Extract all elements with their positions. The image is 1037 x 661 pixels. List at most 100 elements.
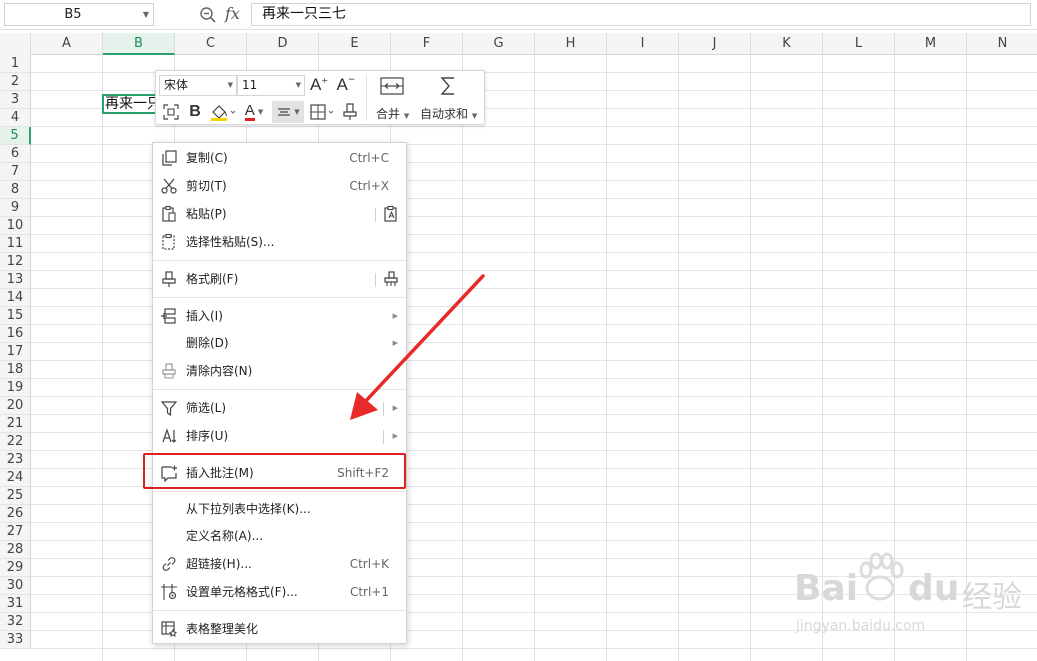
row-header-30[interactable]: 30 [0,577,31,595]
fill-color-icon[interactable] [209,102,237,122]
row-header-23[interactable]: 23 [0,451,31,469]
row-header-2[interactable]: 2 [0,73,31,91]
borders-icon[interactable] [309,103,337,121]
format-painter-double-icon[interactable] [382,270,400,288]
font-name-select[interactable]: 宋体 ▼ [159,75,237,96]
context-menu: 复制(C) Ctrl+C 剪切(T) Ctrl+X 粘贴(P) 选择性粘贴(S)… [152,142,407,644]
column-header-k[interactable]: K [751,33,823,55]
row-header-9[interactable]: 9 [0,199,31,217]
menu-shortcut: Ctrl+1 [349,585,389,599]
menu-item-insert[interactable]: 插入(I) ▶ [153,303,406,330]
name-box[interactable]: B5 ▼ [4,3,154,26]
menu-shortcut: Ctrl+X [349,179,389,193]
column-header-g[interactable]: G [463,33,535,55]
menu-item-pick-from-list[interactable]: 从下拉列表中选择(K)... [153,496,406,523]
font-size-value: 11 [242,78,258,92]
row-header-18[interactable]: 18 [0,361,31,379]
row-header-33[interactable]: 33 [0,631,31,649]
column-header-m[interactable]: M [895,33,967,55]
row-header-16[interactable]: 16 [0,325,31,343]
column-header-e[interactable]: E [319,33,391,55]
row-header-20[interactable]: 20 [0,397,31,415]
row-header-31[interactable]: 31 [0,595,31,613]
format-painter-icon[interactable] [342,102,358,122]
link-icon [162,557,176,571]
column-header-c[interactable]: C [175,33,247,55]
menu-separator [153,297,406,298]
row-header-27[interactable]: 27 [0,523,31,541]
fx-icon[interactable]: fx [225,3,240,25]
menu-label: 清除内容(N) [186,364,253,378]
menu-item-clear-contents[interactable]: 清除内容(N) [153,358,406,385]
row-header-22[interactable]: 22 [0,433,31,451]
font-color-button[interactable]: A ▼ [240,101,268,123]
row-header-28[interactable]: 28 [0,541,31,559]
row-header-15[interactable]: 15 [0,307,31,325]
row-header-7[interactable]: 7 [0,163,31,181]
merge-label: 合并 [376,107,401,121]
formula-input[interactable]: 再来一只三七 [251,3,1031,26]
row-header-5[interactable]: 5 [0,127,31,145]
row-header-14[interactable]: 14 [0,289,31,307]
menu-item-define-name[interactable]: 定义名称(A)... [153,523,406,550]
row-header-11[interactable]: 11 [0,235,31,253]
menu-item-filter[interactable]: 筛选(L) ▶ [153,395,406,422]
highlight-box [143,453,406,489]
align-button[interactable]: ▼ [272,101,304,123]
cell-style-icon[interactable] [162,103,180,121]
column-header-h[interactable]: H [535,33,607,55]
row-header-10[interactable]: 10 [0,217,31,235]
column-header-f[interactable]: F [391,33,463,55]
column-header-a[interactable]: A [31,33,103,55]
menu-item-copy[interactable]: 复制(C) Ctrl+C [153,145,406,172]
row-header-25[interactable]: 25 [0,487,31,505]
autosum-label: 自动求和 [420,107,469,121]
column-header-n[interactable]: N [967,33,1037,55]
menu-item-hyperlink[interactable]: 超链接(H)... Ctrl+K [153,551,406,578]
column-header-d[interactable]: D [247,33,319,55]
menu-item-paste-special[interactable]: 选择性粘贴(S)... [153,229,406,256]
row-header-12[interactable]: 12 [0,253,31,271]
row-header-8[interactable]: 8 [0,181,31,199]
sort-icon [162,428,177,443]
menu-item-format-cells[interactable]: 设置单元格格式(F)... Ctrl+1 [153,579,406,606]
menu-item-paste[interactable]: 粘贴(P) [153,201,406,228]
autosum-button[interactable]: 自动求和 ▼ [420,105,477,122]
chevron-down-icon[interactable]: ▼ [143,4,149,25]
row-header-3[interactable]: 3 [0,91,31,109]
menu-label: 排序(U) [186,429,229,443]
row-header-4[interactable]: 4 [0,109,31,127]
zoom-out-icon[interactable] [199,6,217,24]
row-header-29[interactable]: 29 [0,559,31,577]
menu-item-format-painter[interactable]: 格式刷(F) [153,266,406,293]
column-header-i[interactable]: I [607,33,679,55]
row-header-6[interactable]: 6 [0,145,31,163]
paste-icon [162,205,176,222]
increase-font-button[interactable]: A + [308,74,330,96]
select-all-corner[interactable] [0,33,31,55]
column-header-b[interactable]: B [103,33,175,55]
menu-label: 定义名称(A)... [186,529,264,543]
row-header-13[interactable]: 13 [0,271,31,289]
row-header-24[interactable]: 24 [0,469,31,487]
menu-item-sort[interactable]: 排序(U) ▶ [153,423,406,450]
menu-item-delete[interactable]: 删除(D) ▶ [153,330,406,357]
decrease-font-button[interactable]: A − [335,74,357,96]
row-header-1[interactable]: 1 [0,55,31,73]
bold-button[interactable]: B [186,101,204,123]
menu-item-cut[interactable]: 剪切(T) Ctrl+X [153,173,406,200]
divider [375,208,376,222]
row-header-17[interactable]: 17 [0,343,31,361]
column-header-l[interactable]: L [823,33,895,55]
row-header-26[interactable]: 26 [0,505,31,523]
font-size-select[interactable]: 11 ▼ [237,75,305,96]
row-header-19[interactable]: 19 [0,379,31,397]
column-header-j[interactable]: J [679,33,751,55]
row-header-21[interactable]: 21 [0,415,31,433]
merge-cells-icon[interactable] [379,76,405,96]
row-header-32[interactable]: 32 [0,613,31,631]
menu-item-beautify[interactable]: 表格整理美化 [153,616,406,643]
sum-icon[interactable] [438,75,458,97]
paste-options-icon[interactable] [382,205,400,223]
merge-button[interactable]: 合并 ▼ [376,105,409,122]
